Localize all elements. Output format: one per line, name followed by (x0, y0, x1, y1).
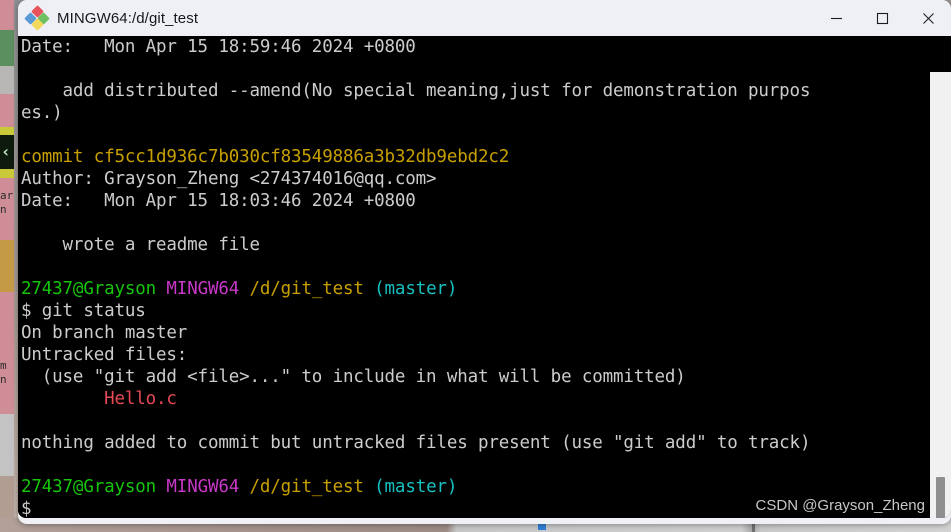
background-strip-green (0, 30, 14, 66)
terminal-text-span (239, 477, 249, 497)
line-blank-3 (18, 212, 930, 234)
terminal-text-span: /d/git_test (249, 279, 364, 299)
line-commit-msg-1b: es.) (18, 102, 930, 124)
terminal-text-span: (master) (374, 279, 458, 299)
maximize-button[interactable] (859, 0, 905, 36)
line-blank-5 (18, 410, 930, 432)
mingw64-terminal-window[interactable]: MINGW64:/d/git_test Date: Mon Apr 15 18:… (18, 0, 951, 524)
line-untracked-hint: (use "git add <file>..." to include in w… (18, 366, 930, 388)
background-strip-pink-3 (0, 292, 14, 414)
background-strip-pink-1 (0, 94, 14, 127)
line-blank-2 (18, 124, 930, 146)
terminal-text-span (364, 279, 374, 299)
background-partial-glyph-1: ‹ (1, 142, 11, 161)
background-strip-yellow-1 (0, 127, 14, 135)
terminal-text-span (21, 389, 104, 409)
line-blank-4 (18, 256, 930, 278)
background-partial-glyph-3: mn (0, 359, 7, 386)
terminal-text-span: MINGW64 (166, 279, 240, 299)
line-commit-hash: commit cf5cc1d936c7b030cf83549886a3b32db… (18, 146, 930, 168)
terminal-text-span (364, 477, 374, 497)
terminal-text-span: Author: Grayson_Zheng <274374016@qq.com> (21, 169, 437, 189)
terminal-text-span: 27437@Grayson (21, 477, 157, 497)
terminal-text-span: (use "git add <file>..." to include in w… (21, 367, 686, 387)
line-on-branch: On branch master (18, 322, 930, 344)
terminal-screen[interactable]: Date: Mon Apr 15 18:59:46 2024 +0800 add… (18, 36, 930, 518)
git-bash-diamond-icon (24, 5, 50, 31)
line-commit-msg-1a: add distributed --amend(No special meani… (18, 80, 930, 102)
line-date-1: Date: Mon Apr 15 18:59:46 2024 +0800 (18, 36, 930, 58)
window-titlebar[interactable]: MINGW64:/d/git_test (18, 0, 951, 36)
terminal-text-span: add distributed --amend(No special meani… (21, 81, 811, 101)
terminal-scrollbar[interactable] (930, 72, 951, 518)
background-partial-glyph-2: ar n (0, 189, 14, 216)
terminal-text-span (156, 279, 166, 299)
terminal-text-span: (master) (374, 477, 458, 497)
line-prompt-2: 27437@Grayson MINGW64 /d/git_test (maste… (18, 476, 930, 498)
terminal-text-span (239, 279, 249, 299)
close-button[interactable] (905, 0, 951, 36)
line-commit-msg-2: wrote a readme file (18, 234, 930, 256)
terminal-text-span: nothing added to commit but untracked fi… (21, 433, 811, 453)
minimize-button[interactable] (813, 0, 859, 36)
terminal-text-span: 27437@Grayson (21, 279, 157, 299)
window-title: MINGW64:/d/git_test (57, 9, 199, 27)
terminal-text-span: wrote a readme file (21, 235, 261, 255)
terminal-text-span: commit cf5cc1d936c7b030cf83549886a3b32db… (21, 147, 510, 167)
terminal-text-span: /d/git_test (249, 477, 364, 497)
scrollbar-thumb[interactable] (936, 476, 945, 518)
line-command-1: $ git status (18, 300, 930, 322)
line-untracked-file: Hello.c (18, 388, 930, 410)
terminal-body[interactable]: Date: Mon Apr 15 18:59:46 2024 +0800 add… (18, 36, 951, 518)
terminal-text-span: es.) (21, 103, 63, 123)
line-blank-1 (18, 58, 930, 80)
terminal-text-span: Hello.c (104, 389, 177, 409)
terminal-text-span: Untracked files: (21, 345, 188, 365)
line-nothing-added: nothing added to commit but untracked fi… (18, 432, 930, 454)
terminal-text-span: Date: Mon Apr 15 18:03:46 2024 +0800 (21, 191, 416, 211)
background-strip-gray-2 (0, 414, 14, 476)
background-strip-yellow-2 (0, 169, 14, 178)
terminal-text-span: On branch master (21, 323, 188, 343)
terminal-text-span: $ git status (21, 301, 146, 321)
line-untracked-header: Untracked files: (18, 344, 930, 366)
background-strip-gold (0, 240, 14, 292)
line-blank-6 (18, 454, 930, 476)
terminal-text-span (156, 477, 166, 497)
terminal-text-span: $ (21, 499, 32, 518)
line-date-2: Date: Mon Apr 15 18:03:46 2024 +0800 (18, 190, 930, 212)
csdn-watermark: CSDN @Grayson_Zheng (755, 497, 925, 514)
terminal-text-span: Date: Mon Apr 15 18:59:46 2024 +0800 (21, 37, 416, 57)
terminal-text-span: MINGW64 (166, 477, 240, 497)
background-strip-gray (0, 66, 14, 94)
window-controls (813, 0, 951, 36)
line-prompt-1: 27437@Grayson MINGW64 /d/git_test (maste… (18, 278, 930, 300)
line-author: Author: Grayson_Zheng <274374016@qq.com> (18, 168, 930, 190)
